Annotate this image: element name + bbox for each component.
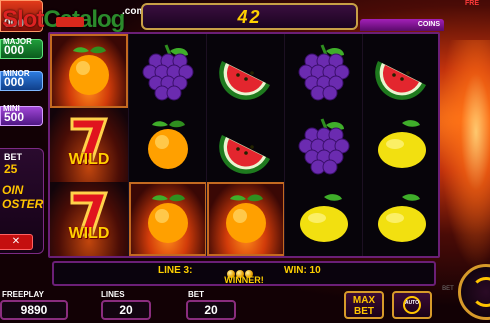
win-display-value: 42 bbox=[237, 7, 262, 27]
grapes-icon bbox=[294, 115, 354, 175]
jackpot-minor: MINOR 000 bbox=[0, 69, 43, 91]
side-bet-label: BET bbox=[442, 286, 454, 292]
jackpot-mini-value: 500 bbox=[4, 110, 25, 124]
symbol-seven-wild: WILD bbox=[50, 108, 128, 182]
freeplay-label: FREEPLAY bbox=[2, 290, 44, 299]
symbol-seven-wild: WILD bbox=[50, 182, 128, 256]
close-booster-button[interactable]: ✕ bbox=[0, 234, 33, 250]
tab-coins[interactable]: COINS bbox=[360, 19, 444, 31]
lines-label: LINES bbox=[101, 290, 125, 299]
orange-icon bbox=[216, 189, 276, 249]
lines-value[interactable]: 20 bbox=[101, 300, 151, 320]
reel-3 bbox=[206, 34, 285, 256]
line-info-bar: LINE 3: WIN: 10 WINNER! bbox=[52, 261, 436, 286]
coin-booster-button[interactable]: OIN OSTER bbox=[0, 183, 44, 211]
watermelon-icon bbox=[372, 41, 432, 101]
symbol-lemon bbox=[363, 182, 441, 256]
grapes-icon bbox=[294, 41, 354, 101]
watermelon-icon bbox=[216, 115, 276, 175]
symbol-lemon bbox=[285, 182, 363, 256]
jackpot-major-value: 000 bbox=[4, 43, 25, 57]
auto-label: AUTO bbox=[404, 300, 420, 306]
orange-icon bbox=[59, 41, 119, 101]
symbol-watermelon bbox=[363, 34, 441, 108]
booster-line-1: OIN bbox=[2, 183, 24, 197]
lemon-icon bbox=[294, 189, 354, 249]
symbol-watermelon bbox=[207, 108, 285, 182]
lemon-icon bbox=[372, 115, 432, 175]
reel-grid: WILD WILD bbox=[48, 32, 440, 258]
flame-decoration bbox=[440, 40, 490, 270]
max-bet-line-1: MAX bbox=[352, 295, 376, 306]
side-bet-button[interactable]: BET bbox=[440, 286, 456, 316]
symbol-grapes bbox=[129, 34, 207, 108]
tab-free[interactable]: FRE bbox=[465, 0, 490, 10]
symbol-orange bbox=[50, 34, 128, 108]
max-bet-line-2: BET bbox=[354, 306, 374, 317]
booster-bet-label: BET bbox=[4, 152, 22, 162]
spin-arrow-icon bbox=[471, 277, 490, 307]
auto-spin-button[interactable]: AUTO bbox=[392, 291, 432, 319]
jackpot-major: MAJOR 000 bbox=[0, 37, 43, 59]
symbol-orange bbox=[129, 108, 207, 182]
booster-bet-value: 25 bbox=[4, 162, 18, 176]
jackpot-mini: MINI 500 bbox=[0, 104, 43, 126]
seven-icon: WILD bbox=[60, 189, 118, 249]
orange-icon bbox=[138, 189, 198, 249]
bonus-tag bbox=[56, 17, 84, 27]
booster-line-2: OSTER bbox=[2, 197, 44, 211]
winner-label: WINNER! bbox=[224, 275, 264, 285]
watermelon-icon bbox=[216, 41, 276, 101]
seven-icon: WILD bbox=[60, 115, 118, 175]
symbol-watermelon bbox=[207, 34, 285, 108]
bet-value[interactable]: 20 bbox=[186, 300, 236, 320]
symbol-grapes bbox=[285, 108, 363, 182]
grapes-icon bbox=[138, 41, 198, 101]
symbol-lemon bbox=[363, 108, 441, 182]
orange-icon bbox=[138, 115, 198, 175]
reel-1: WILD WILD bbox=[50, 34, 128, 256]
wild-label: WILD bbox=[68, 225, 110, 242]
reel-4 bbox=[284, 34, 363, 256]
reel-5 bbox=[362, 34, 441, 256]
wild-label: WILD bbox=[68, 151, 110, 168]
max-bet-button[interactable]: MAX BET bbox=[344, 291, 384, 319]
freeplay-value: 9890 bbox=[0, 300, 68, 320]
jackpot-minor-value: 000 bbox=[4, 75, 25, 89]
symbol-grapes bbox=[285, 34, 363, 108]
symbol-orange bbox=[207, 182, 285, 256]
game-stage: 000 MAJOR 000 MINOR 000 MINI 500 SlotCat… bbox=[0, 0, 490, 323]
spin-button[interactable] bbox=[458, 264, 490, 320]
reel-2 bbox=[128, 34, 207, 256]
bet-label: BET bbox=[188, 290, 204, 299]
lemon-icon bbox=[372, 189, 432, 249]
logo-slot: Slot bbox=[2, 6, 44, 33]
symbol-orange bbox=[129, 182, 207, 256]
win-display: 42 bbox=[141, 3, 358, 30]
